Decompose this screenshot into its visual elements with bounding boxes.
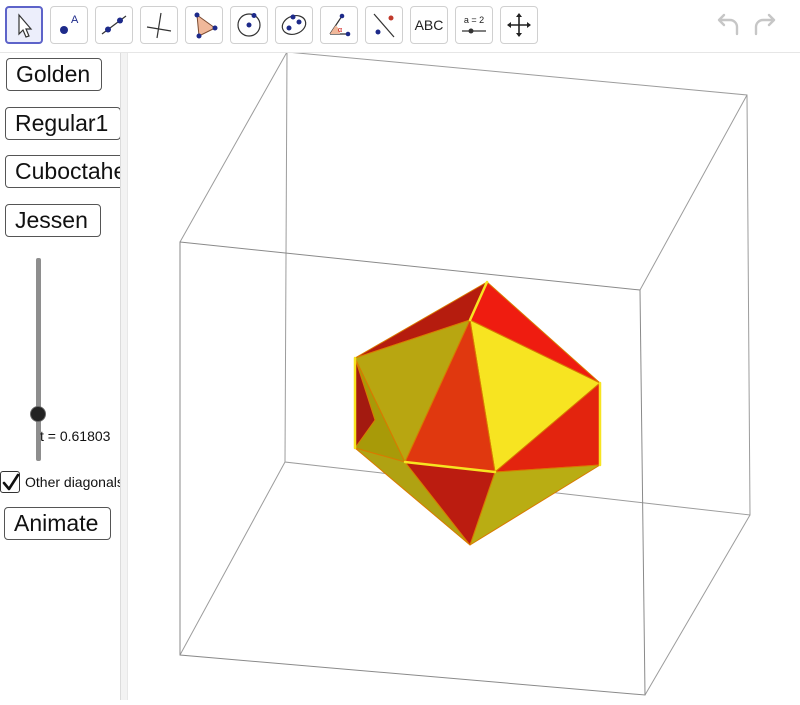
- conic-tool[interactable]: [275, 6, 313, 44]
- slider-tool[interactable]: a = 2: [455, 6, 493, 44]
- angle-icon: α: [329, 13, 351, 37]
- move-tool[interactable]: [5, 6, 43, 44]
- circle-icon: [237, 13, 261, 37]
- text-tool-label: ABC: [414, 17, 444, 33]
- slider-icon: a = 2: [462, 15, 486, 34]
- redo-icon: [754, 13, 776, 36]
- panel-divider[interactable]: [120, 53, 128, 700]
- perpendicular-icon: [146, 12, 172, 39]
- move-graphics-view-tool[interactable]: [500, 6, 538, 44]
- svg-text:A: A: [71, 14, 79, 26]
- graphics-3d-view[interactable]: [128, 51, 800, 700]
- circle-tool[interactable]: [230, 6, 268, 44]
- regular1-button[interactable]: Regular1: [5, 107, 120, 140]
- t-slider-handle[interactable]: [30, 406, 46, 422]
- golden-button[interactable]: Golden: [6, 58, 102, 91]
- cuboctahedron-button[interactable]: Cuboctahedron: [5, 155, 120, 188]
- undo-button[interactable]: [713, 12, 743, 40]
- perpendicular-line-tool[interactable]: [140, 6, 178, 44]
- reflect-tool[interactable]: [365, 6, 403, 44]
- arrow-cursor-icon: [18, 13, 33, 38]
- jessen-button[interactable]: Jessen: [5, 204, 101, 237]
- other-diagonals-label: Other diagonals: [25, 474, 121, 490]
- point-icon: A: [60, 14, 79, 34]
- svg-text:α: α: [338, 27, 342, 34]
- checkmark-icon: [2, 473, 20, 491]
- other-diagonals-checkbox[interactable]: [0, 471, 20, 493]
- polygon-tool[interactable]: [185, 6, 223, 44]
- line-tool[interactable]: [95, 6, 133, 44]
- line-icon: [101, 15, 127, 35]
- redo-button[interactable]: [750, 12, 780, 40]
- animate-button[interactable]: Animate: [4, 507, 111, 540]
- text-tool[interactable]: ABC: [410, 6, 448, 44]
- angle-tool[interactable]: α: [320, 6, 358, 44]
- slider-tool-label: a = 2: [464, 15, 484, 25]
- 3d-scene[interactable]: [128, 51, 800, 700]
- reflect-line-icon: [373, 13, 395, 38]
- polygon-icon: [194, 12, 218, 39]
- toolbar: A α ABC a = 2: [0, 0, 800, 53]
- algebra-panel: Golden Regular1 Cuboctahedron Jessen t =…: [0, 53, 121, 700]
- t-slider-label: t = 0.61803: [40, 428, 111, 444]
- ellipse-icon: [281, 14, 307, 36]
- point-tool[interactable]: A: [50, 6, 88, 44]
- undo-icon: [717, 13, 739, 36]
- move-arrows-icon: [507, 13, 531, 37]
- polyhedron: [354, 281, 601, 546]
